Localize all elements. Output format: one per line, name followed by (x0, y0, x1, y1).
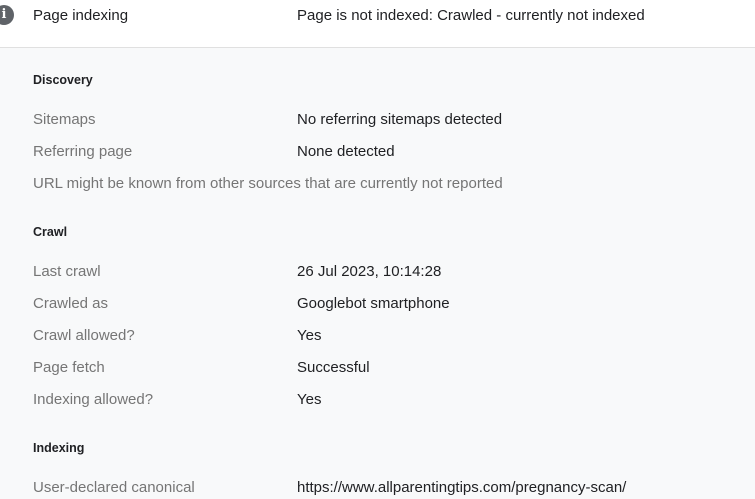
page-indexing-status: Page is not indexed: Crawled - currently… (297, 7, 645, 24)
referring-page-label: Referring page (33, 143, 133, 160)
discovery-section-title: Discovery (33, 73, 93, 87)
indexing-allowed-value: Yes (297, 391, 322, 408)
last-crawl-label: Last crawl (33, 263, 101, 280)
page-fetch-value: Successful (297, 359, 370, 376)
discovery-note: URL might be known from other sources th… (33, 175, 503, 192)
referring-page-value: None detected (297, 143, 395, 160)
last-crawl-value: 26 Jul 2023, 10:14:28 (297, 263, 442, 280)
info-icon[interactable]: i (0, 5, 14, 25)
page-indexing-label: Page indexing (33, 7, 129, 24)
sitemaps-label: Sitemaps (33, 111, 96, 128)
crawl-allowed-value: Yes (297, 327, 322, 344)
sitemaps-value: No referring sitemaps detected (297, 111, 503, 128)
details-panel: Discovery Sitemaps No referring sitemaps… (0, 48, 755, 499)
page-fetch-label: Page fetch (33, 359, 105, 376)
indexing-allowed-label: Indexing allowed? (33, 391, 154, 408)
user-declared-canonical-value: https://www.allparentingtips.com/pregnan… (297, 479, 627, 496)
crawl-section-title: Crawl (33, 225, 68, 239)
user-declared-canonical-label: User-declared canonical (33, 479, 195, 496)
crawled-as-value: Googlebot smartphone (297, 295, 450, 312)
crawl-allowed-label: Crawl allowed? (33, 327, 135, 344)
page-indexing-header[interactable]: i Page indexing Page is not indexed: Cra… (0, 0, 755, 48)
crawled-as-label: Crawled as (33, 295, 109, 312)
indexing-section-title: Indexing (33, 441, 85, 455)
